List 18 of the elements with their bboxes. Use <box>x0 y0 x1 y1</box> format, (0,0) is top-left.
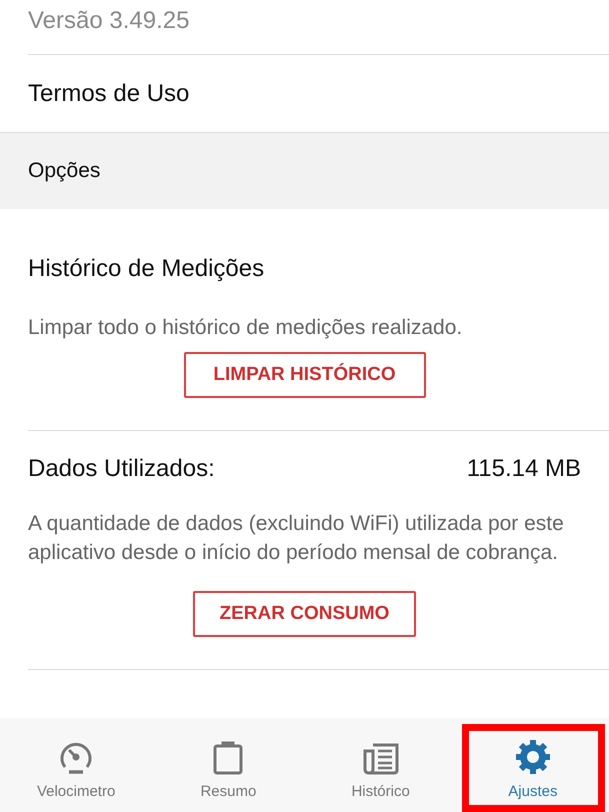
terms-link[interactable]: Termos de Uso <box>28 80 190 108</box>
setting-description: A quantidade de dados (excluindo WiFi) utilizada por este aplicativo desde o início do período mensal de cobrança. <box>28 511 565 566</box>
reset-usage-button[interactable]: ZERAR CONSUMO <box>193 591 416 637</box>
gear-icon <box>514 739 551 775</box>
nav-tab[interactable]: Histórico <box>304 718 457 812</box>
nav-tab[interactable]: Velocimetro <box>0 718 152 812</box>
setting-description: Limpar todo o histórico de medições realizado. <box>28 315 464 341</box>
nav-tab[interactable]: Resumo <box>152 718 304 812</box>
setting-title: Dados Utilizados: <box>28 455 215 483</box>
nav-tab[interactable]: Ajustes <box>456 718 609 812</box>
clear-history-button[interactable]: LIMPAR HISTÓRICO <box>184 352 426 398</box>
newspaper-icon <box>362 743 399 775</box>
speedometer-icon <box>58 741 94 775</box>
version-text: Versão 3.49.25 <box>28 7 190 35</box>
section-header: Opções <box>0 133 609 209</box>
data-usage-value: 115.14 MB <box>466 455 581 483</box>
setting-title: Histórico de Medições <box>28 255 266 283</box>
clipboard-icon <box>212 741 244 775</box>
